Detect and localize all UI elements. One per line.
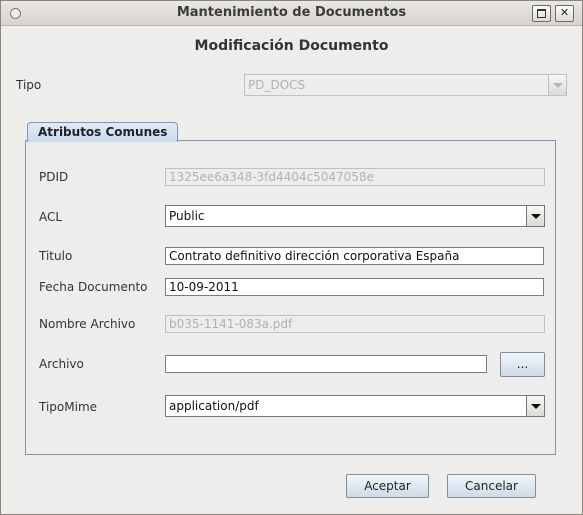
maximize-icon[interactable] <box>532 5 551 22</box>
acl-label: ACL <box>39 210 63 224</box>
archivo-field[interactable] <box>165 355 487 373</box>
tipomime-select[interactable]: application/pdf <box>165 395 545 417</box>
close-icon[interactable]: ✕ <box>555 5 574 22</box>
pdid-field[interactable]: 1325ee6a348-3fd4404c5047058e <box>165 168 545 186</box>
chevron-down-icon <box>548 75 566 95</box>
tipomime-label: TipoMime <box>39 400 98 414</box>
titulo-field[interactable]: Contrato definitivo dirección corporativ… <box>165 247 544 265</box>
chevron-down-icon <box>526 206 544 226</box>
nombre-archivo-label: Nombre Archivo <box>39 317 136 331</box>
acl-value: Public <box>169 209 205 223</box>
window-title: Mantenimiento de Documentos <box>176 5 407 20</box>
accept-button[interactable]: Aceptar <box>346 474 429 498</box>
tipo-select[interactable]: PD_DOCS <box>244 74 567 96</box>
tipo-label: Tipo <box>16 78 42 92</box>
tab-atributos-comunes[interactable]: Atributos Comunes <box>27 122 179 142</box>
dialog-window: Mantenimiento de Documentos ✕ Modificaci… <box>0 0 583 515</box>
tipomime-value: application/pdf <box>169 399 259 413</box>
cancel-button[interactable]: Cancelar <box>447 474 536 498</box>
pdid-label: PDID <box>39 170 69 184</box>
nombre-archivo-field[interactable]: b035-1141-083a.pdf <box>165 315 545 333</box>
chevron-down-icon <box>526 396 544 416</box>
archivo-label: Archivo <box>39 357 84 371</box>
form-heading: Modificación Documento <box>194 38 389 54</box>
tipo-value: PD_DOCS <box>248 78 306 92</box>
fecha-label: Fecha Documento <box>39 280 148 294</box>
titulo-label: Titulo <box>39 249 73 263</box>
fecha-field[interactable]: 10-09-2011 <box>165 278 544 296</box>
title-bar[interactable]: Mantenimiento de Documentos ✕ <box>1 1 582 26</box>
acl-select[interactable]: Public <box>165 205 545 227</box>
browse-button[interactable]: ... <box>500 352 545 377</box>
